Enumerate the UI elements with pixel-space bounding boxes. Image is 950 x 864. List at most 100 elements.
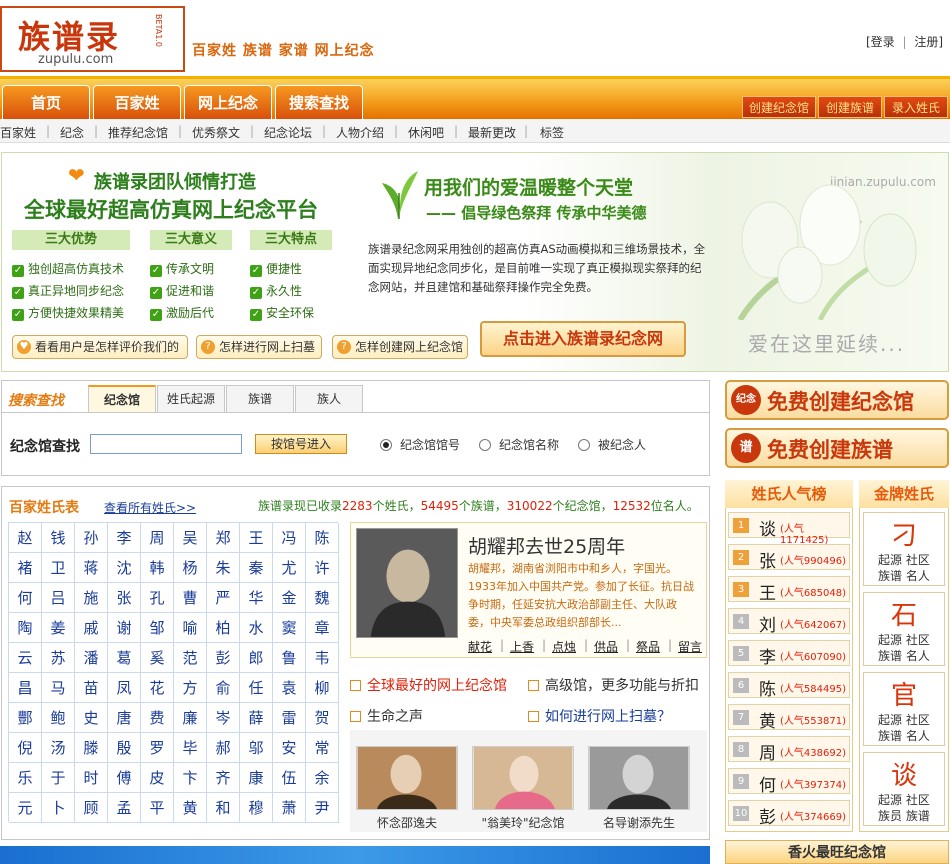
surname-cell[interactable]: 吕 bbox=[42, 583, 75, 613]
surname-cell[interactable]: 周 bbox=[141, 523, 174, 553]
surname-cell[interactable]: 华 bbox=[240, 583, 273, 613]
surname-cell[interactable]: 安 bbox=[273, 733, 306, 763]
search-tab-origin[interactable]: 姓氏起源 bbox=[157, 385, 225, 413]
subnav-eulogies[interactable]: 优秀祭文 bbox=[192, 124, 240, 141]
subnav-people[interactable]: 人物介绍 bbox=[336, 124, 384, 141]
gold-surname-card[interactable]: 石起源 社区 族谱 名人 bbox=[863, 592, 945, 666]
surname-cell[interactable]: 滕 bbox=[75, 733, 108, 763]
surname-cell[interactable]: 孔 bbox=[141, 583, 174, 613]
surname-cell[interactable]: 郝 bbox=[207, 733, 240, 763]
photo-caption[interactable]: "翁美玲"纪念馆 bbox=[468, 814, 578, 831]
surname-cell[interactable]: 鲍 bbox=[42, 703, 75, 733]
free-create-memorial-button[interactable]: 纪念 免费创建纪念馆 bbox=[725, 380, 949, 420]
subnav-recommended[interactable]: 推荐纪念馆 bbox=[108, 124, 168, 141]
surname-cell[interactable]: 戚 bbox=[75, 613, 108, 643]
surname-cell[interactable]: 卞 bbox=[174, 763, 207, 793]
surname-cell[interactable]: 喻 bbox=[174, 613, 207, 643]
surname-cell[interactable]: 赵 bbox=[9, 523, 42, 553]
surname-cell[interactable]: 卫 bbox=[42, 553, 75, 583]
surname-cell[interactable]: 伍 bbox=[273, 763, 306, 793]
surname-cell[interactable]: 王 bbox=[240, 523, 273, 553]
gold-surname-links[interactable]: 族谱 名人 bbox=[878, 647, 930, 664]
create-memorial-help-button[interactable]: ? 怎样创建网上纪念馆 bbox=[332, 335, 468, 359]
surname-cell[interactable]: 曹 bbox=[174, 583, 207, 613]
ranking-row[interactable]: 5 李 (人气607090) bbox=[728, 640, 850, 668]
enter-memorial-site-button[interactable]: 点击进入族谱录纪念网 bbox=[480, 321, 686, 357]
surname-cell[interactable]: 傅 bbox=[108, 763, 141, 793]
surname-cell[interactable]: 雷 bbox=[273, 703, 306, 733]
surname-cell[interactable]: 何 bbox=[9, 583, 42, 613]
gold-surname-card[interactable]: 刁起源 社区 族谱 名人 bbox=[863, 512, 945, 586]
surname-cell[interactable]: 施 bbox=[75, 583, 108, 613]
gold-surname-links[interactable]: 起源 社区 bbox=[878, 551, 930, 568]
surname-cell[interactable]: 薛 bbox=[240, 703, 273, 733]
free-create-genealogy-button[interactable]: 谱 免费创建族谱 bbox=[725, 428, 949, 468]
surname-cell[interactable]: 魏 bbox=[306, 583, 339, 613]
surname-cell[interactable]: 邬 bbox=[240, 733, 273, 763]
gold-surname-links[interactable]: 起源 社区 bbox=[878, 791, 930, 808]
memorial-photo[interactable] bbox=[588, 746, 690, 810]
surname-cell[interactable]: 于 bbox=[42, 763, 75, 793]
surname-cell[interactable]: 康 bbox=[240, 763, 273, 793]
ranking-row[interactable]: 2 张 (人气990496) bbox=[728, 544, 850, 572]
ranking-row[interactable]: 3 王 (人气685048) bbox=[728, 576, 850, 604]
site-logo[interactable]: 族谱录 zupulu.com BETA1.0 bbox=[0, 6, 185, 72]
surname-cell[interactable]: 卜 bbox=[42, 793, 75, 823]
photo-caption[interactable]: 名导谢添先生 bbox=[584, 814, 694, 831]
surname-cell[interactable]: 元 bbox=[9, 793, 42, 823]
surname-cell[interactable]: 穆 bbox=[240, 793, 273, 823]
surname-cell[interactable]: 齐 bbox=[207, 763, 240, 793]
promo-best-memorial[interactable]: 全球最好的网上纪念馆 bbox=[350, 675, 507, 695]
surname-cell[interactable]: 毕 bbox=[174, 733, 207, 763]
surname-cell[interactable]: 苗 bbox=[75, 673, 108, 703]
surname-cell[interactable]: 陈 bbox=[306, 523, 339, 553]
burn-incense-link[interactable]: 上香 bbox=[510, 638, 534, 655]
surname-cell[interactable]: 马 bbox=[42, 673, 75, 703]
surname-cell[interactable]: 柳 bbox=[306, 673, 339, 703]
surname-cell[interactable]: 冯 bbox=[273, 523, 306, 553]
enter-by-id-button[interactable]: 按馆号进入 bbox=[255, 434, 347, 454]
surname-cell[interactable]: 沈 bbox=[108, 553, 141, 583]
user-reviews-button[interactable]: ♥ 看看用户是怎样评价我们的 bbox=[12, 335, 188, 359]
create-genealogy-button[interactable]: 创建族谱 bbox=[818, 96, 882, 118]
surname-cell[interactable]: 鲁 bbox=[273, 643, 306, 673]
view-all-surnames-link[interactable]: 查看所有姓氏>> bbox=[104, 499, 196, 516]
add-surname-button[interactable]: 录入姓氏 bbox=[884, 96, 948, 118]
surname-cell[interactable]: 和 bbox=[207, 793, 240, 823]
surname-cell[interactable]: 乐 bbox=[9, 763, 42, 793]
leave-message-link[interactable]: 留言 bbox=[678, 638, 702, 655]
nav-tab-surnames[interactable]: 百家姓 bbox=[93, 85, 181, 119]
search-tab-memorial[interactable]: 纪念馆 bbox=[88, 385, 156, 413]
search-tab-genealogy[interactable]: 族谱 bbox=[226, 385, 294, 413]
promo-how-to-sweep[interactable]: 如何进行网上扫墓？ bbox=[528, 706, 671, 726]
surname-cell[interactable]: 唐 bbox=[108, 703, 141, 733]
ranking-row[interactable]: 6 陈 (人气584495) bbox=[728, 672, 850, 700]
surname-cell[interactable]: 史 bbox=[75, 703, 108, 733]
surname-cell[interactable]: 柏 bbox=[207, 613, 240, 643]
surname-cell[interactable]: 袁 bbox=[273, 673, 306, 703]
surname-cell[interactable]: 余 bbox=[306, 763, 339, 793]
surname-cell[interactable]: 倪 bbox=[9, 733, 42, 763]
surname-cell[interactable]: 郎 bbox=[240, 643, 273, 673]
subnav-memorial[interactable]: 纪念 bbox=[60, 124, 84, 141]
surname-cell[interactable]: 任 bbox=[240, 673, 273, 703]
online-tomb-sweep-button[interactable]: ? 怎样进行网上扫墓 bbox=[196, 335, 322, 359]
surname-cell[interactable]: 时 bbox=[75, 763, 108, 793]
gold-surname-card[interactable]: 谈起源 社区 族员 族谱 bbox=[863, 752, 945, 826]
login-link[interactable]: [登录 bbox=[866, 35, 895, 49]
subnav-leisure[interactable]: 休闲吧 bbox=[408, 124, 444, 141]
ranking-row[interactable]: 8 周 (人气438692) bbox=[728, 736, 850, 764]
surname-cell[interactable]: 钱 bbox=[42, 523, 75, 553]
surname-cell[interactable]: 殷 bbox=[108, 733, 141, 763]
surname-cell[interactable]: 窦 bbox=[273, 613, 306, 643]
surname-cell[interactable]: 杨 bbox=[174, 553, 207, 583]
surname-cell[interactable]: 蒋 bbox=[75, 553, 108, 583]
nav-tab-memorial[interactable]: 网上纪念 bbox=[184, 85, 272, 119]
surname-cell[interactable]: 俞 bbox=[207, 673, 240, 703]
light-candle-link[interactable]: 点烛 bbox=[552, 638, 576, 655]
ranking-row[interactable]: 4 刘 (人气642067) bbox=[728, 608, 850, 636]
surname-cell[interactable]: 贺 bbox=[306, 703, 339, 733]
surname-cell[interactable]: 酆 bbox=[9, 703, 42, 733]
subnav-latest[interactable]: 最新更改 bbox=[468, 124, 516, 141]
surname-cell[interactable]: 章 bbox=[306, 613, 339, 643]
